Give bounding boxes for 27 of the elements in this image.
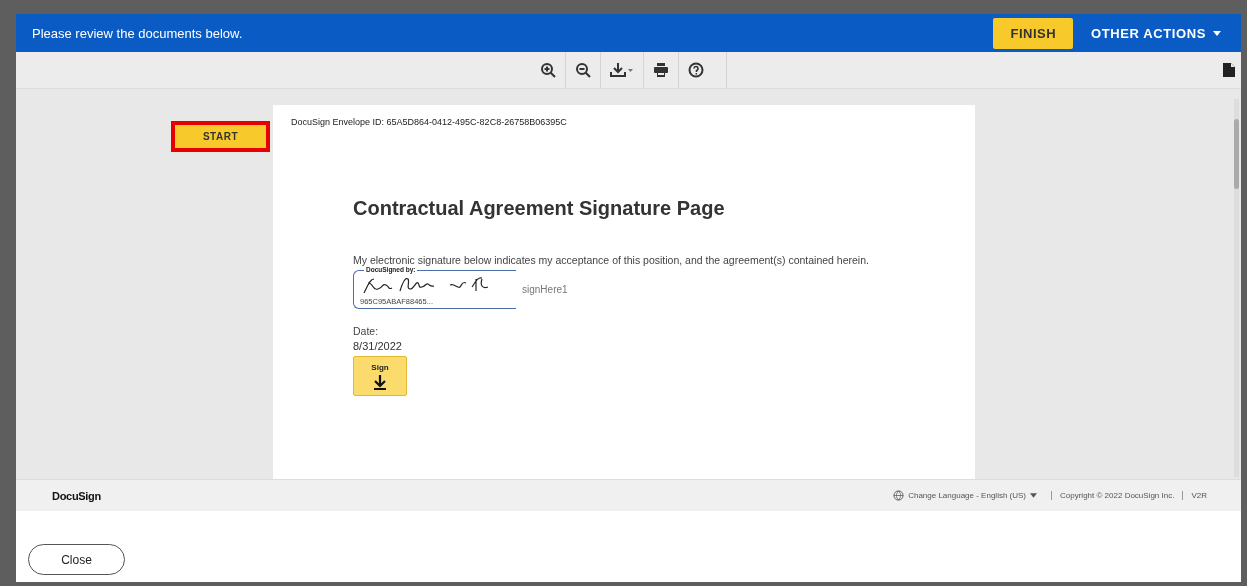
envelope-id: DocuSign Envelope ID: 65A5D864-0412-495C-82C8-26758B06395C [291, 117, 568, 127]
date-value: 8/31/2022 [353, 340, 403, 352]
scrollbar[interactable] [1234, 99, 1239, 477]
start-button[interactable]: START [170, 121, 270, 152]
help-icon [687, 62, 704, 78]
sign-here-tag: signHere1 [522, 284, 568, 295]
document-title: Contractual Agreement Signature Page [353, 197, 726, 220]
download-icon [372, 373, 388, 390]
docusign-logo: DocuSign [52, 489, 101, 502]
download-icon [609, 62, 634, 78]
globe-icon [893, 490, 905, 501]
acceptance-statement: My electronic signature below indicates my acceptance of this position, and the agreement(s) contained herein. [353, 254, 870, 266]
caret-icon [1213, 30, 1221, 36]
finish-button[interactable]: FINISH [993, 17, 1074, 49]
language-selector[interactable]: Change Language - English (US) [893, 490, 1038, 501]
caret-icon [1030, 493, 1038, 498]
sign-button[interactable]: Sign [353, 356, 407, 396]
document-icon[interactable] [1223, 63, 1235, 77]
close-button[interactable]: Close [28, 544, 125, 575]
zoom-in-icon [539, 62, 556, 78]
review-message: Please review the documents below. [32, 25, 243, 41]
other-actions-button[interactable]: OTHER ACTIONS [1087, 19, 1225, 47]
date-label: Date: [353, 325, 380, 337]
version-label: V2R [1191, 491, 1207, 500]
zoom-out-icon [574, 62, 591, 78]
copyright-text: Copyright © 2022 DocuSign Inc. [1051, 491, 1184, 500]
printer-icon [652, 62, 669, 78]
